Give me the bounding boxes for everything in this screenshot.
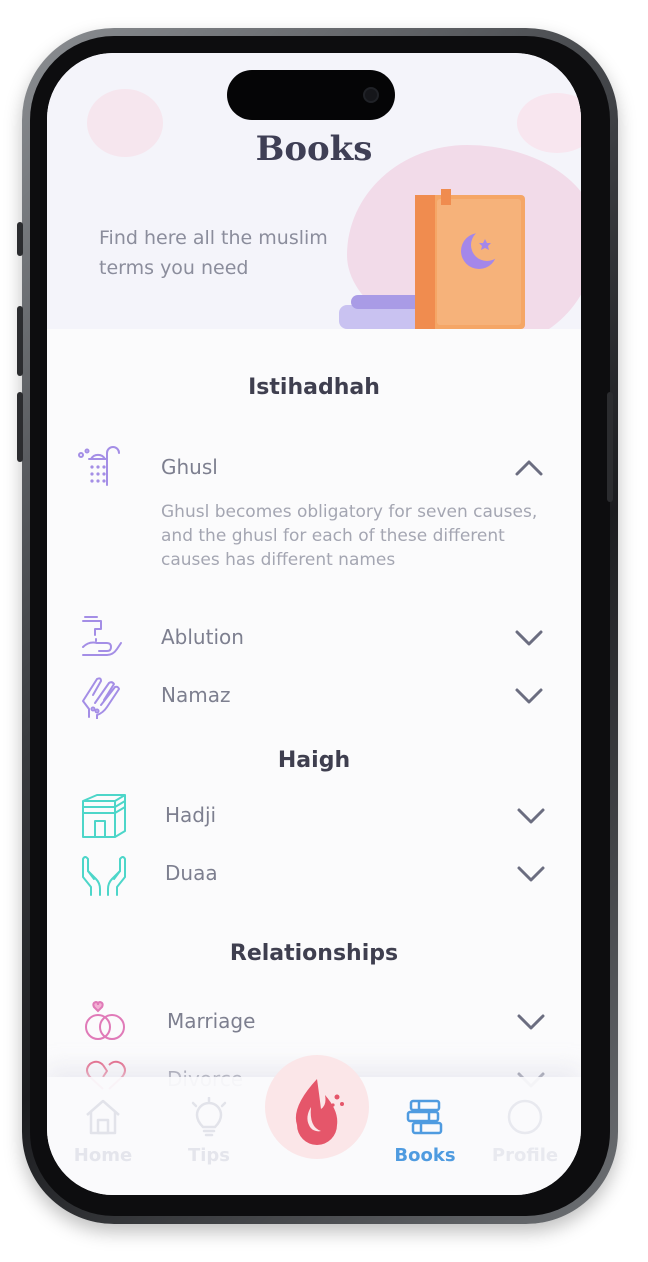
chevron-up-icon[interactable] <box>514 457 544 479</box>
power-button <box>607 392 613 502</box>
section-title-haigh: Haigh <box>277 748 351 773</box>
chevron-down-icon[interactable] <box>516 805 546 827</box>
list-item-label: Marriage <box>167 1009 256 1033</box>
volume-up-button <box>17 306 23 376</box>
chevron-down-icon[interactable] <box>514 627 544 649</box>
nav-label: Home <box>73 1145 133 1166</box>
rings-icon <box>85 1000 125 1040</box>
silent-switch <box>17 222 23 256</box>
list-item-label: Ghusl <box>161 455 218 479</box>
list-item-label: Namaz <box>161 683 231 707</box>
list-item-namaz[interactable]: Namaz <box>47 673 581 723</box>
list-item-label: Hadji <box>165 803 217 827</box>
chevron-down-icon[interactable] <box>516 863 546 885</box>
nav-profile[interactable]: Profile <box>485 1097 565 1166</box>
chevron-down-icon[interactable] <box>514 685 544 707</box>
volume-down-button <box>17 392 23 462</box>
page-title: Books <box>255 129 373 169</box>
list-item-ghusl[interactable]: Ghusl <box>47 445 581 495</box>
books-icon <box>406 1099 443 1135</box>
chevron-down-icon[interactable] <box>516 1011 546 1033</box>
page-subtitle: Find here all the muslim terms you need <box>99 227 328 279</box>
praying-hands-icon <box>82 677 120 719</box>
nav-books[interactable]: Books <box>385 1097 465 1166</box>
nav-label: Books <box>394 1145 456 1166</box>
quran-books-illustration <box>339 189 525 329</box>
item-description: Ghusl becomes obligatory for seven cause… <box>161 502 538 570</box>
section-title-istihadhah: Istihadhah <box>248 375 380 400</box>
dynamic-island <box>227 70 395 120</box>
home-icon <box>86 1099 120 1135</box>
kaaba-icon <box>82 794 126 838</box>
list-item-marriage[interactable]: Marriage <box>47 999 581 1049</box>
section-title-relationships: Relationships <box>229 941 399 966</box>
list-item-label: Ablution <box>161 625 244 649</box>
nav-label: Profile <box>491 1145 559 1166</box>
list-item-ablution[interactable]: Ablution <box>47 615 581 665</box>
nav-label: Tips <box>187 1145 231 1166</box>
bottom-nav: Home Tips Books Profile <box>47 1055 581 1195</box>
list-item-hadji[interactable]: Hadji <box>47 793 581 843</box>
nav-home[interactable]: Home <box>63 1097 143 1166</box>
faucet-hands-icon <box>82 616 122 656</box>
open-hands-icon <box>82 856 126 896</box>
nav-tips[interactable]: Tips <box>169 1096 249 1166</box>
profile-icon <box>507 1099 543 1135</box>
drop-logo-icon <box>295 1079 344 1145</box>
lightbulb-icon <box>191 1096 227 1137</box>
shower-icon <box>78 446 120 486</box>
nav-center-logo[interactable] <box>265 1055 369 1159</box>
list-item-label: Duaa <box>165 861 218 885</box>
app-screen: Books Find here all the muslim terms you… <box>47 53 581 1195</box>
list-item-duaa[interactable]: Duaa <box>47 851 581 901</box>
